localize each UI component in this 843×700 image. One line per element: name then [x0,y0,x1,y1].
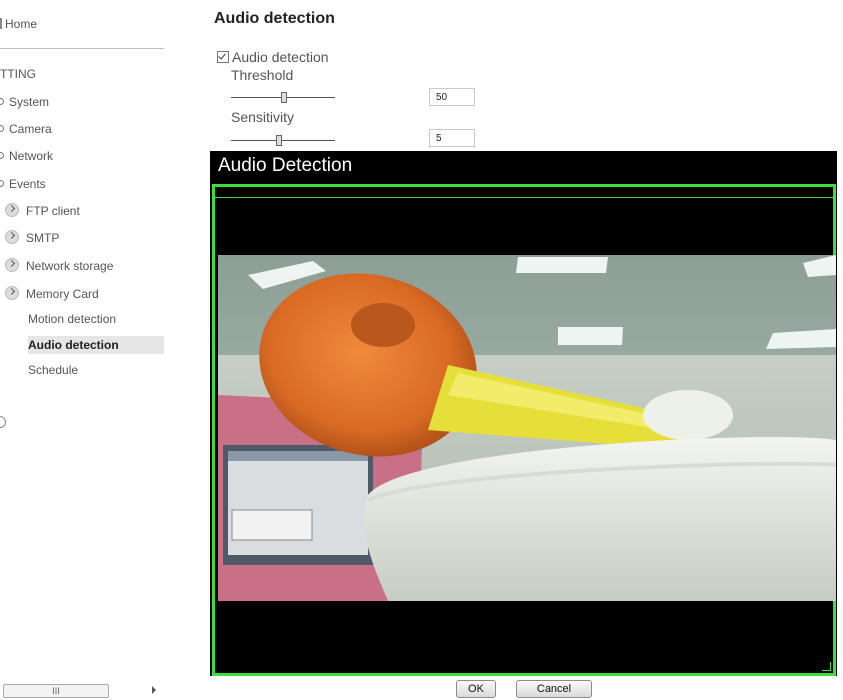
slider-track [231,140,335,141]
bullet-icon [0,180,4,187]
panel-title: Audio Detection [218,155,353,176]
sidebar-item-schedule[interactable]: Schedule [28,361,78,379]
home-label: Home [5,17,38,31]
sidebar-item-events[interactable]: Events [0,175,46,193]
slider-handle[interactable] [281,92,287,103]
audio-detection-checkbox-row[interactable]: Audio detection [217,49,329,65]
sidebar-item-label: FTP client [26,204,80,218]
sensitivity-slider[interactable] [231,134,335,146]
detection-top-line [215,197,833,198]
sidebar-item-camera[interactable]: Camera [0,120,52,138]
sidebar-item-label: Events [9,177,46,191]
detection-area-frame[interactable] [212,184,836,676]
audio-detection-checkbox[interactable] [217,51,229,63]
audio-detection-panel: Audio Detection [210,151,837,676]
checkbox-label: Audio detection [232,49,329,65]
sidebar-item-network[interactable]: Network [0,147,53,165]
sidebar-item-label: Network [9,149,54,163]
threshold-value-field[interactable]: 50 [429,88,475,106]
sidebar-item-smtp[interactable]: SMTP [5,229,59,247]
sidebar-item-label: System [9,95,50,109]
horizontal-scrollbar[interactable]: III [0,682,164,698]
sidebar-item-memory-card[interactable]: Memory Card [5,285,99,303]
scroll-right-arrow-icon[interactable] [152,686,156,694]
scrollbar-thumb[interactable]: III [3,684,109,698]
resize-handle-icon[interactable] [822,662,831,671]
chevron-right-icon [5,286,19,300]
ok-button[interactable]: OK [456,680,496,698]
camera-video-feed [218,255,836,601]
sidebar-divider [0,48,164,49]
sidebar-heading: TTING [0,67,36,81]
sidebar-item-ftp-client[interactable]: FTP client [5,202,80,220]
sidebar-item-motion-detection[interactable]: Motion detection [28,310,116,328]
sidebar-item-label: Network storage [26,259,114,273]
bullet-icon [0,125,4,132]
sidebar-item-network-storage[interactable]: Network storage [5,257,113,275]
threshold-slider[interactable] [231,91,335,103]
threshold-label: Threshold [231,67,294,83]
help-icon[interactable] [0,416,6,428]
home-link[interactable]: Home [0,14,37,34]
slider-handle[interactable] [276,135,282,146]
cancel-button[interactable]: Cancel [516,680,592,698]
bullet-icon [0,98,4,105]
chevron-right-icon [5,258,19,272]
page-title: Audio detection [214,10,335,27]
sidebar-item-audio-detection[interactable]: Audio detection [28,336,164,354]
bullet-icon [0,152,4,159]
sensitivity-label: Sensitivity [231,109,295,125]
sidebar-item-label: SMTP [26,231,60,245]
sidebar-item-label: Camera [9,122,52,136]
chevron-right-icon [5,203,19,217]
sidebar: Home TTING System Camera Network Events … [0,0,164,700]
sensitivity-value-field[interactable]: 5 [429,129,475,147]
home-marker-icon [0,18,2,29]
sidebar-item-system[interactable]: System [0,93,49,111]
sidebar-item-label: Memory Card [26,287,99,301]
chevron-right-icon [5,230,19,244]
